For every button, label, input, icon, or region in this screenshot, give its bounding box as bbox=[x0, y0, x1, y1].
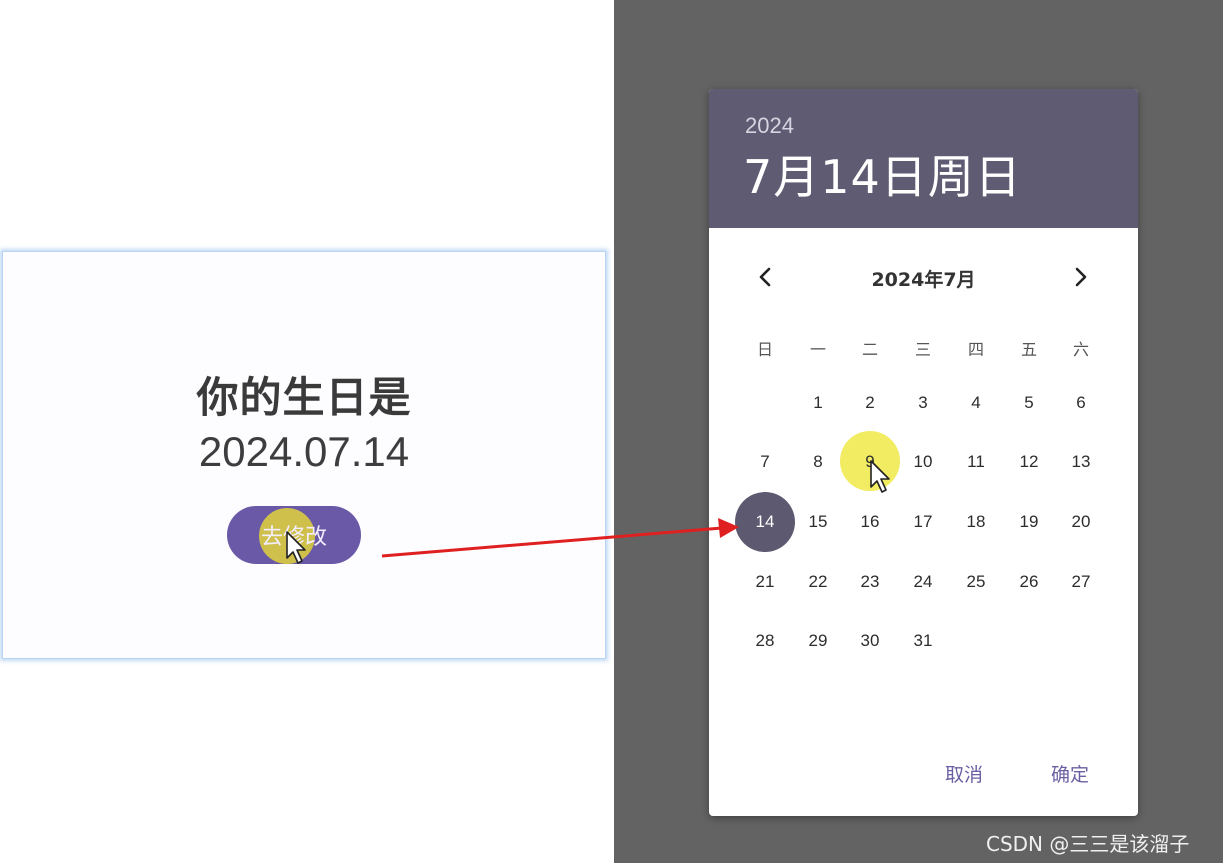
calendar-day[interactable]: 25 bbox=[948, 554, 1004, 610]
calendar-day[interactable]: 31 bbox=[895, 613, 951, 669]
calendar-day[interactable]: 8 bbox=[790, 434, 846, 490]
previous-month-button[interactable] bbox=[745, 257, 785, 297]
calendar-day[interactable]: 3 bbox=[895, 375, 951, 431]
date-picker-header: 2024 7月14日周日 bbox=[709, 89, 1138, 228]
weekday-label: 二 bbox=[861, 340, 878, 359]
calendar-day[interactable]: 29 bbox=[790, 613, 846, 669]
calendar-day[interactable]: 7 bbox=[737, 434, 793, 490]
calendar-day[interactable]: 20 bbox=[1053, 494, 1109, 550]
birthday-screen: 你的生日是 2024.07.14 去修改 bbox=[2, 251, 606, 659]
calendar-day[interactable]: 15 bbox=[790, 494, 846, 550]
confirm-button[interactable]: 确定 bbox=[1051, 760, 1089, 787]
calendar-day[interactable]: 12 bbox=[1001, 434, 1057, 490]
month-navigation: 2024年7月 bbox=[709, 257, 1138, 297]
calendar-day[interactable]: 18 bbox=[948, 494, 1004, 550]
weekday-label: 一 bbox=[809, 340, 826, 359]
cancel-button[interactable]: 取消 bbox=[945, 760, 983, 787]
weekday-label: 日 bbox=[756, 340, 773, 359]
calendar-day[interactable]: 13 bbox=[1053, 434, 1109, 490]
screenshot-stage: 你的生日是 2024.07.14 去修改 2024 7月14日周日 2024年7… bbox=[0, 0, 1223, 863]
calendar-day[interactable]: 26 bbox=[1001, 554, 1057, 610]
calendar-day[interactable]: 27 bbox=[1053, 554, 1109, 610]
weekday-label: 四 bbox=[967, 340, 984, 359]
mouse-cursor-icon bbox=[870, 460, 890, 493]
calendar-day[interactable]: 11 bbox=[948, 434, 1004, 490]
weekday-label: 三 bbox=[914, 340, 931, 359]
calendar-day[interactable]: 17 bbox=[895, 494, 951, 550]
date-picker-dialog: 2024 7月14日周日 2024年7月 日一二三四五六 1 2 3 4 5 6 7 8 9 10… bbox=[709, 89, 1138, 816]
calendar-day[interactable]: 28 bbox=[737, 613, 793, 669]
weekday-label: 六 bbox=[1072, 340, 1089, 359]
weekday-label: 五 bbox=[1020, 340, 1037, 359]
watermark-text: CSDN @三三是该溜子 bbox=[986, 832, 1190, 856]
calendar-day[interactable]: 30 bbox=[842, 613, 898, 669]
calendar-day[interactable]: 21 bbox=[737, 554, 793, 610]
calendar-day[interactable]: 10 bbox=[895, 434, 951, 490]
header-selected-date[interactable]: 7月14日周日 bbox=[743, 141, 1022, 207]
calendar-day[interactable]: 1 bbox=[790, 375, 846, 431]
calendar-day[interactable]: 6 bbox=[1053, 375, 1109, 431]
birthday-date-value: 2024.07.14 bbox=[198, 428, 410, 475]
calendar-day[interactable]: 16 bbox=[842, 494, 898, 550]
birthday-title: 你的生日是 bbox=[196, 373, 412, 422]
calendar-day[interactable]: 23 bbox=[842, 554, 898, 610]
chevron-right-icon bbox=[1075, 267, 1087, 287]
calendar-day[interactable]: 4 bbox=[948, 375, 1004, 431]
calendar-day[interactable]: 5 bbox=[1001, 375, 1057, 431]
next-month-button[interactable] bbox=[1061, 257, 1101, 297]
calendar-day[interactable]: 22 bbox=[790, 554, 846, 610]
calendar-day[interactable]: 19 bbox=[1001, 494, 1057, 550]
calendar-day[interactable]: 2 bbox=[842, 375, 898, 431]
chevron-left-icon bbox=[759, 267, 771, 287]
mouse-cursor-icon bbox=[286, 531, 306, 564]
header-year[interactable]: 2024 bbox=[745, 113, 794, 139]
calendar-day[interactable]: 24 bbox=[895, 554, 951, 610]
calendar-day-selected[interactable]: 14 bbox=[735, 492, 795, 552]
